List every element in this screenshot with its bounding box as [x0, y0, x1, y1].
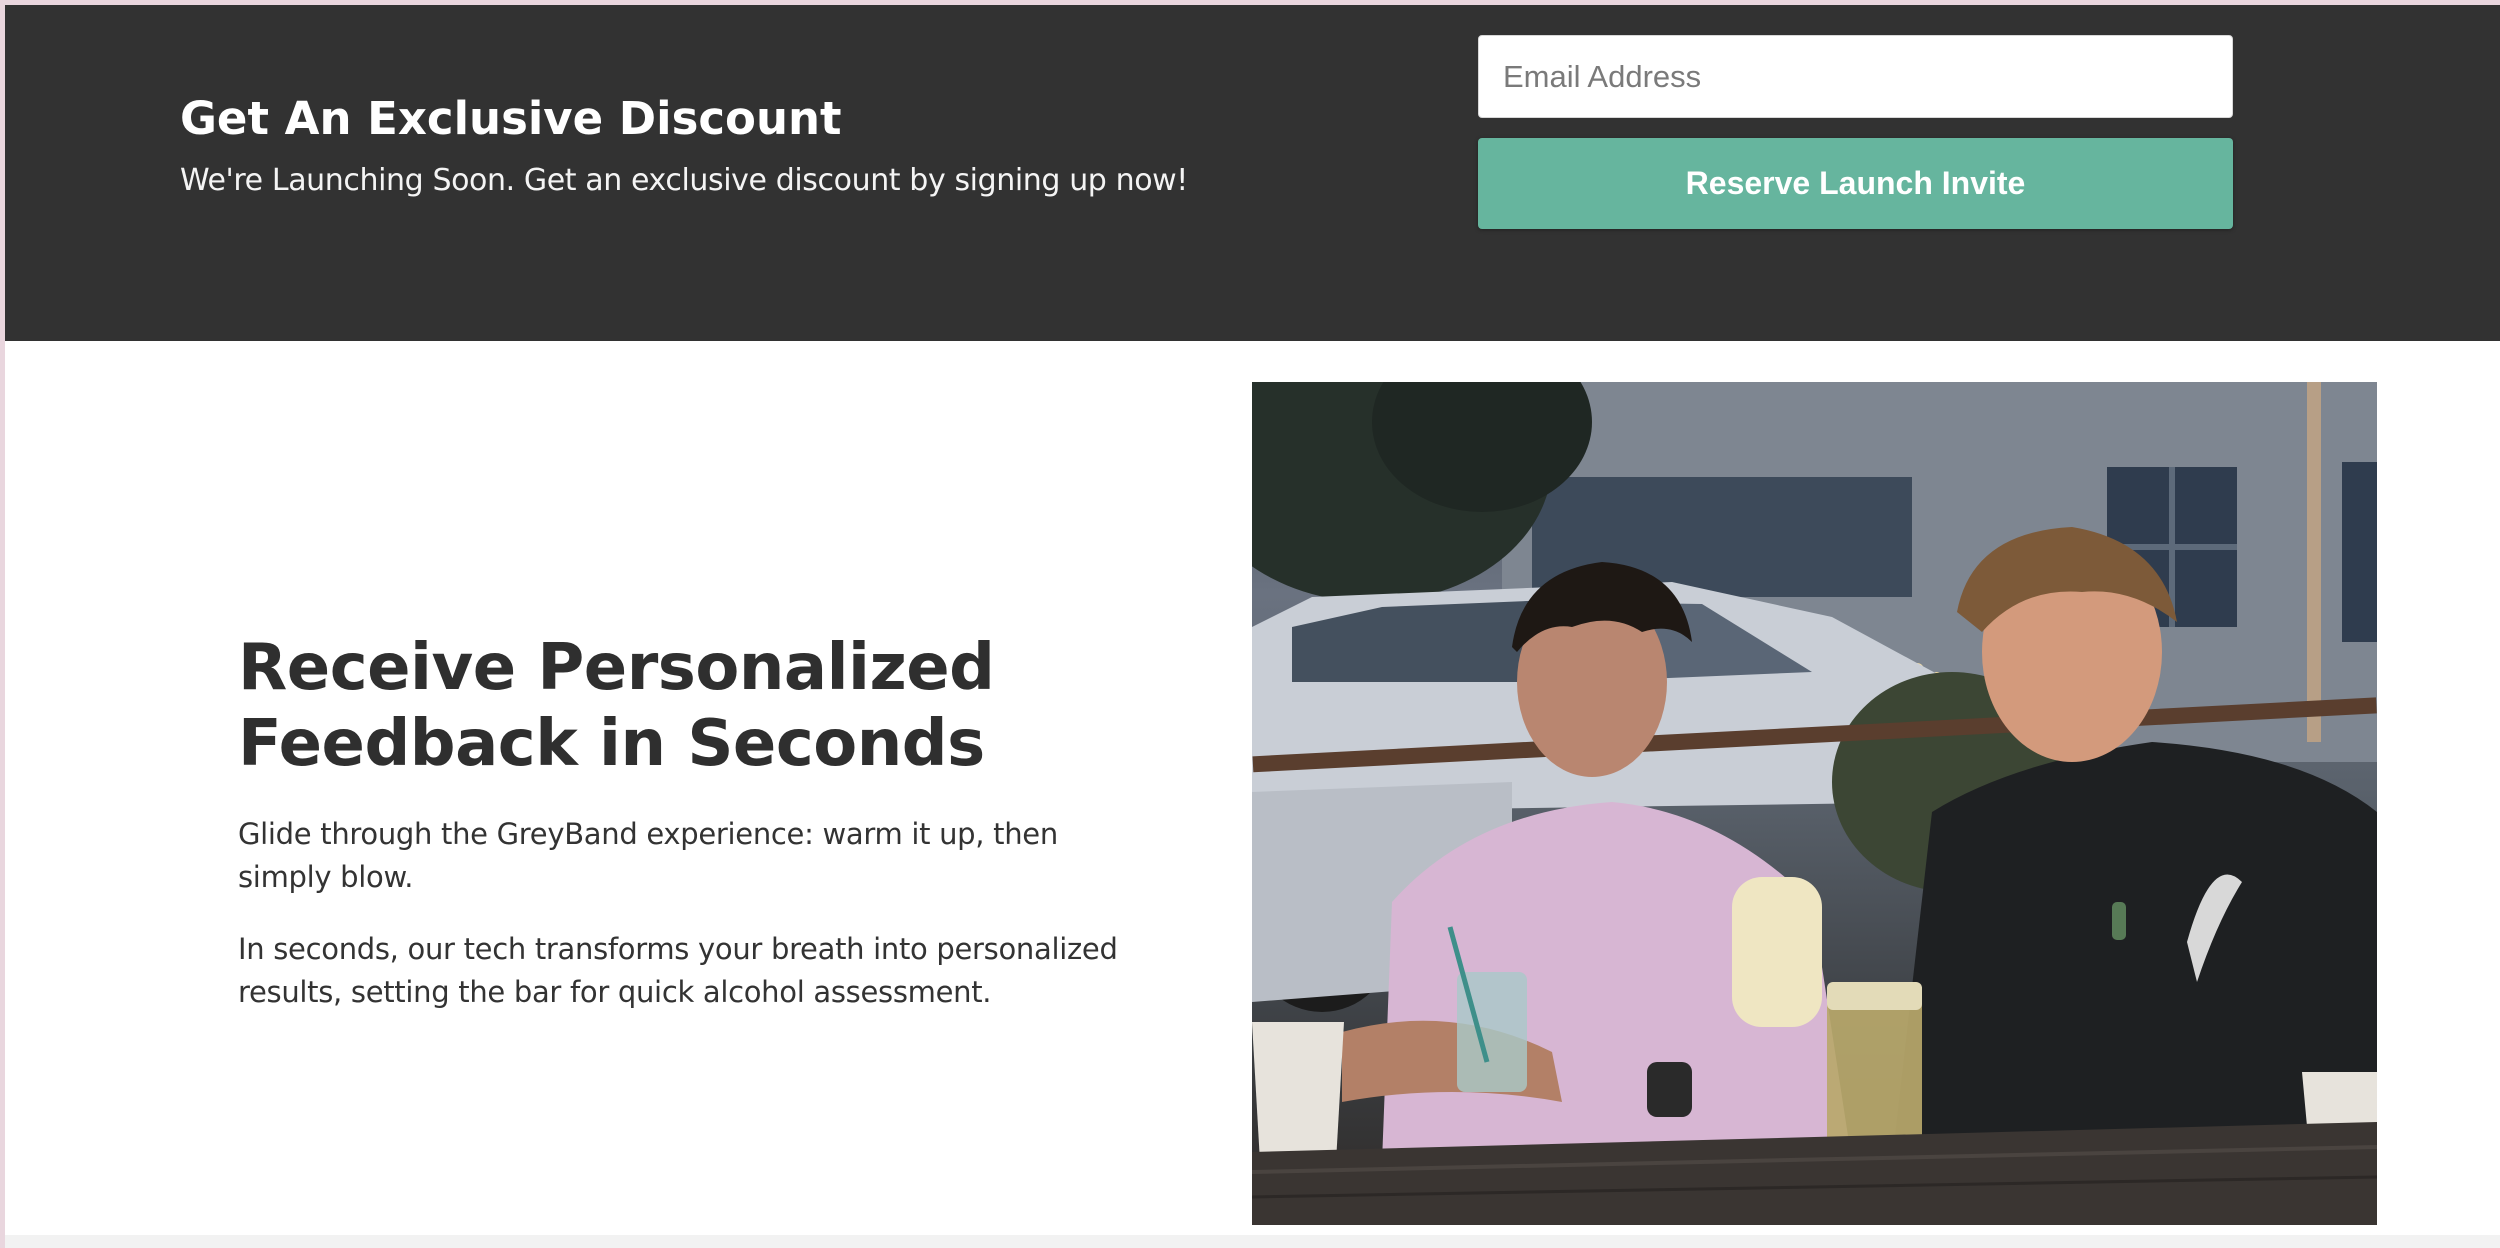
banner-subtitle: We're Launching Soon. Get an exclusive d… [180, 163, 1188, 198]
feature-paragraph-2: In seconds, our tech transforms your bre… [238, 932, 1118, 1009]
discount-banner: Get An Exclusive Discount We're Launchin… [5, 5, 2500, 341]
feature-paragraph-1: Glide through the GreyBand experience: w… [238, 817, 1058, 894]
page: Get An Exclusive Discount We're Launchin… [5, 5, 2500, 1248]
page-bottom-edge [5, 1235, 2500, 1248]
email-input[interactable] [1478, 35, 2233, 118]
banner-title: Get An Exclusive Discount [180, 92, 842, 145]
feature-photo [1252, 382, 2377, 1225]
reserve-launch-invite-button[interactable]: Reserve Launch Invite [1478, 138, 2233, 229]
feature-title: Receive Personalized Feedback in Seconds [238, 631, 995, 781]
